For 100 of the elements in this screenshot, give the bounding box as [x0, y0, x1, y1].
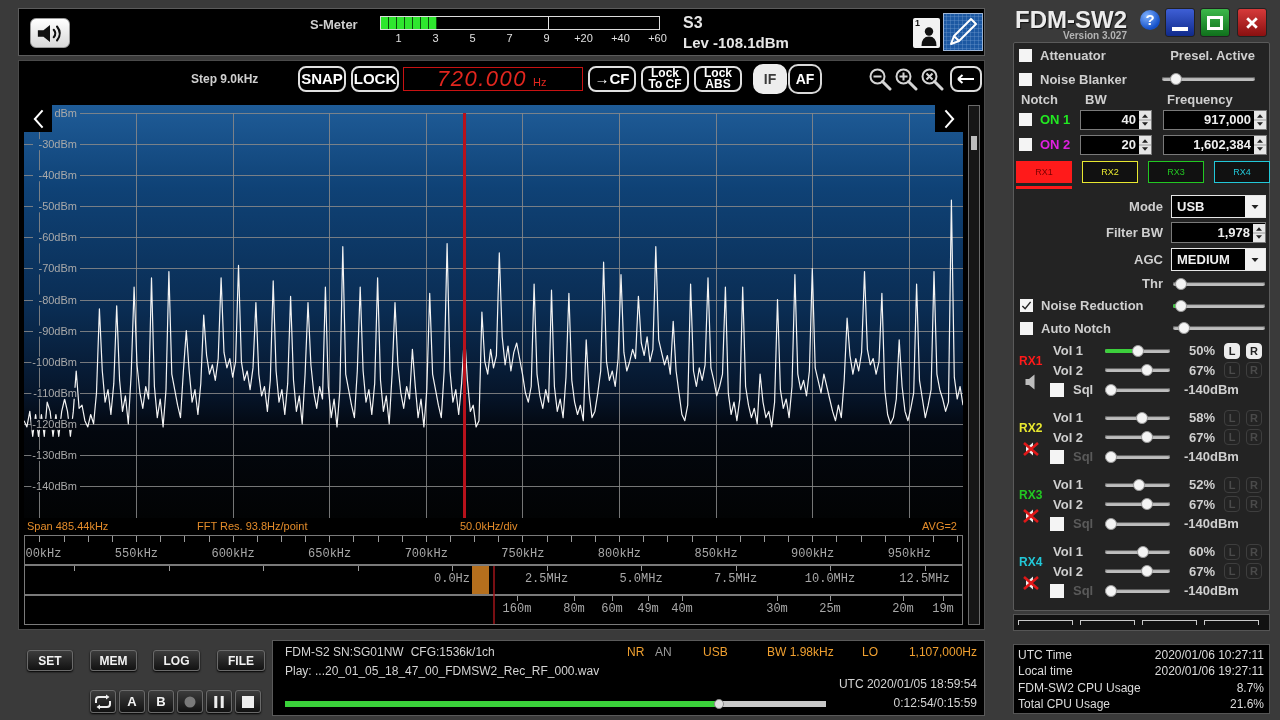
checkbox[interactable] [1019, 72, 1032, 86]
checkbox[interactable] [1019, 48, 1032, 62]
zoom-in-icon[interactable] [894, 67, 918, 91]
seek-handle[interactable] [713, 699, 724, 709]
blank-tab[interactable] [1204, 620, 1259, 625]
menu-button[interactable]: SET [27, 650, 73, 671]
zoom-out-icon[interactable] [868, 67, 892, 91]
squelch-slider[interactable] [1105, 450, 1170, 463]
menu-button[interactable]: FILE [217, 650, 265, 671]
volume-slider[interactable] [1105, 411, 1170, 424]
volume-slider[interactable] [1105, 344, 1170, 357]
marker-button[interactable]: A [119, 690, 145, 713]
muted-speaker-icon[interactable] [1022, 441, 1040, 457]
record-button[interactable] [177, 690, 203, 713]
receiver-tab[interactable]: RX3 [1148, 161, 1204, 183]
number-field[interactable]: 917,000 [1163, 109, 1267, 130]
frequency-display[interactable]: 720.000 Hz [403, 67, 583, 91]
muted-speaker-icon[interactable] [1022, 575, 1040, 591]
axis-label: -60dBm [37, 231, 77, 244]
scrollbar-thumb[interactable] [971, 136, 977, 150]
up-down-arrows-icon[interactable] [1253, 223, 1265, 242]
squelch-slider[interactable] [1105, 517, 1170, 530]
scrollbar[interactable] [968, 105, 980, 625]
slider-thumb[interactable] [1177, 322, 1190, 334]
progress-bar[interactable] [285, 699, 826, 709]
slider-thumb[interactable] [1132, 478, 1145, 491]
dropdown[interactable]: USB [1171, 194, 1266, 218]
profile-button[interactable]: 1 [913, 18, 940, 48]
blank-tab[interactable] [1018, 620, 1073, 625]
slider-thumb[interactable] [1170, 73, 1183, 85]
number-field[interactable]: 20 [1080, 134, 1152, 155]
back-button[interactable] [950, 66, 982, 92]
receiver-tab[interactable]: RX2 [1082, 161, 1138, 183]
volume-slider[interactable] [1105, 545, 1170, 558]
menu-button[interactable]: MEM [90, 650, 137, 671]
axis-label: -40dBm [37, 169, 77, 182]
threshold-slider[interactable] [1173, 277, 1265, 290]
receiver-tab[interactable]: RX4 [1214, 161, 1270, 183]
stop-button[interactable] [235, 690, 261, 713]
snap-button[interactable]: SNAP [298, 66, 346, 92]
slider-thumb[interactable] [1174, 299, 1187, 312]
slider-thumb[interactable] [1140, 565, 1153, 578]
notch-label: ON 1 [1040, 112, 1072, 127]
filter-slider[interactable] [1173, 322, 1265, 334]
zoom-reset-icon[interactable] [920, 67, 944, 91]
checkbox[interactable] [1050, 382, 1064, 397]
dropdown[interactable]: MEDIUM [1171, 247, 1266, 271]
slider-thumb[interactable] [1140, 364, 1153, 377]
muted-speaker-icon[interactable] [1022, 508, 1040, 524]
close-button[interactable] [1237, 8, 1267, 37]
maximize-button[interactable] [1200, 8, 1230, 37]
slider-thumb[interactable] [1140, 498, 1153, 511]
lock-to-center-button[interactable]: Lock To CF [641, 66, 689, 92]
right-channel-button[interactable]: R [1246, 342, 1262, 359]
up-down-arrows-icon[interactable] [1254, 110, 1266, 129]
axis-label: 600kHz [211, 547, 255, 561]
checkbox[interactable] [1019, 138, 1032, 151]
repeat-button[interactable] [90, 690, 116, 713]
number-field[interactable]: 40 [1080, 109, 1152, 130]
axis-label: dBm [53, 107, 77, 120]
pencil-grid-icon[interactable] [943, 13, 983, 51]
up-down-arrows-icon[interactable] [1139, 110, 1151, 129]
slider-thumb[interactable] [1174, 277, 1187, 290]
left-channel-button[interactable]: L [1224, 342, 1240, 359]
volume-slider[interactable] [1105, 565, 1170, 578]
slider-thumb[interactable] [1140, 431, 1153, 444]
lock-absolute-button[interactable]: Lock ABS [694, 66, 742, 92]
checkbox[interactable] [1020, 299, 1033, 312]
menu-button[interactable]: LOG [153, 650, 200, 671]
speaker-icon[interactable] [1025, 374, 1035, 390]
checkbox[interactable] [1020, 321, 1033, 335]
slider-thumb[interactable] [1105, 383, 1117, 396]
mode-tab[interactable]: AF [788, 64, 822, 94]
number-field[interactable]: 1,978 [1171, 222, 1266, 243]
lock-button[interactable]: LOCK [351, 66, 399, 92]
to-center-button[interactable]: →CF [588, 66, 636, 92]
checkbox[interactable] [1019, 113, 1032, 126]
number-field[interactable]: 1,602,384 [1163, 134, 1267, 155]
speaker-button[interactable] [30, 18, 70, 48]
volume-slider[interactable] [1105, 498, 1170, 511]
loop-icon [93, 693, 113, 710]
up-down-arrows-icon[interactable] [1254, 135, 1266, 154]
blanker-slider[interactable] [1162, 73, 1255, 85]
filter-slider[interactable] [1173, 299, 1265, 312]
pause-button[interactable] [206, 690, 232, 713]
marker-button[interactable]: B [148, 690, 174, 713]
slider-thumb[interactable] [1131, 344, 1144, 357]
mode-tab[interactable]: IF [753, 64, 787, 94]
up-down-arrows-icon[interactable] [1139, 135, 1151, 154]
volume-slider[interactable] [1105, 478, 1170, 491]
slider-thumb[interactable] [1136, 545, 1149, 558]
axis-label: 800kHz [597, 547, 642, 561]
volume-slider[interactable] [1105, 364, 1170, 377]
minimize-button[interactable] [1165, 8, 1195, 37]
squelch-slider[interactable] [1105, 383, 1170, 396]
blank-tab[interactable] [1080, 620, 1135, 625]
squelch-slider[interactable] [1105, 584, 1170, 597]
volume-slider[interactable] [1105, 431, 1170, 444]
blank-tab[interactable] [1142, 620, 1197, 625]
slider-thumb[interactable] [1135, 411, 1148, 424]
